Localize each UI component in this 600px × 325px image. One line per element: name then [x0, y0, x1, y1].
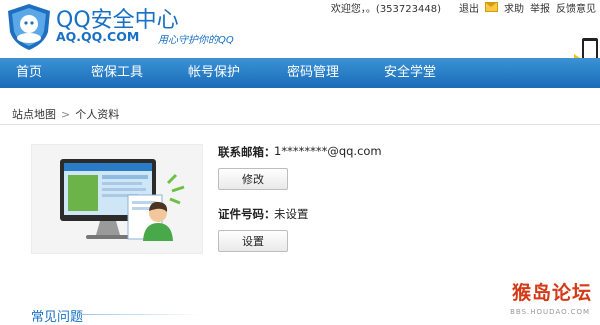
breadcrumb: 站点地图 > 个人资料 [0, 102, 600, 125]
email-label: 联系邮箱： [218, 145, 276, 159]
header: QQ安全中心 AQ.QQ.COM 用心守护你的QQ 欢迎您，。(35372344… [0, 0, 600, 68]
qq-shield-logo-icon [8, 4, 50, 50]
main-nav: 首页 密保工具 帐号保护 密码管理 安全学堂 [0, 58, 600, 88]
monitor-user-illustration-icon [60, 159, 185, 241]
feedback-link[interactable]: 反馈意见 [556, 0, 596, 15]
nav-account-protection[interactable]: 帐号保护 [188, 58, 240, 88]
user-greeting: 欢迎您，。(353723448) [330, 3, 441, 15]
set-id-number-button[interactable]: 设置 [218, 230, 288, 252]
nav-security-school[interactable]: 安全学堂 [384, 58, 436, 88]
breadcrumb-current: 个人资料 [75, 108, 120, 121]
email-value: 1********@qq.com [274, 144, 382, 158]
faq-title: 常见问题 [31, 310, 84, 325]
mail-icon[interactable] [485, 2, 498, 12]
report-link[interactable]: 举报 [530, 0, 550, 15]
nav-home[interactable]: 首页 [16, 58, 42, 88]
watermark-logo: 猴岛论坛 [511, 282, 592, 304]
modify-email-button[interactable]: 修改 [218, 168, 288, 190]
brand-slogan: 用心守护你的QQ [158, 35, 234, 46]
brand-url[interactable]: AQ.QQ.COM [56, 29, 139, 44]
id-number-label: 证件号码： [218, 207, 276, 221]
nav-password-management[interactable]: 密码管理 [287, 58, 339, 88]
watermark-url: BBS.HOUDAO.COM [510, 308, 590, 316]
breadcrumb-separator-icon: > [61, 108, 71, 121]
help-link[interactable]: 求助 [504, 0, 524, 15]
top-user-bar: 欢迎您，。(353723448) 退出 求助 举报 反馈意见 [330, 0, 596, 15]
breadcrumb-sitemap-link[interactable]: 站点地图 [12, 108, 56, 121]
faq-divider [80, 314, 200, 315]
nav-security-tools[interactable]: 密保工具 [91, 58, 143, 88]
logout-link[interactable]: 退出 [459, 0, 479, 15]
profile-illustration [31, 144, 203, 254]
id-number-value: 未设置 [274, 207, 309, 221]
